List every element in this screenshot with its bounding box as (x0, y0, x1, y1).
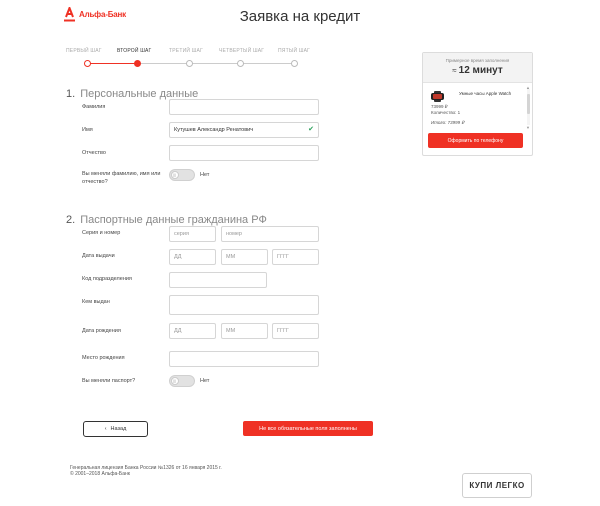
issue-date-label: Дата выдачи (82, 253, 115, 259)
birth-month-field[interactable]: ММ (221, 323, 268, 339)
changed-passport-label: Вы меняли паспорт? (82, 378, 136, 384)
order-side-panel: Примерное время заполнения ≈12 минут Умн… (422, 52, 533, 156)
step-connector-rest (138, 63, 295, 64)
patronymic-label: Отчество (82, 150, 106, 156)
step-label-1: ПЕРВЫЙ ШАГ (66, 48, 102, 54)
division-code-field[interactable] (169, 272, 267, 288)
issued-by-label: Кем выдан (82, 299, 110, 305)
step-connector-1 (90, 63, 138, 64)
toggle-grip-icon: ||| (173, 378, 177, 383)
name-label: Имя (82, 127, 93, 133)
section-number: 1. (66, 88, 76, 100)
birth-year-field[interactable]: ГГГГ (272, 323, 319, 339)
step-dot-4 (237, 60, 244, 67)
issue-day-field[interactable]: ДД (169, 249, 216, 265)
patronymic-field[interactable] (169, 145, 319, 161)
back-button-label: Назад (110, 426, 127, 432)
number-field[interactable]: номер (221, 226, 319, 242)
fill-time-value: ≈12 минут (423, 65, 532, 76)
issue-month-field[interactable]: ММ (221, 249, 268, 265)
page-title: Заявка на кредит (239, 8, 361, 25)
series-number-label: Серия и номер (82, 230, 121, 236)
chevron-left-icon: ‹ (104, 426, 107, 432)
birth-date-label: Дата рождения (82, 328, 121, 334)
birth-place-label: Место рождения (82, 355, 125, 361)
step-label-5: ПЯТЫЙ ШАГ (278, 48, 311, 54)
order-by-phone-button[interactable]: Оформить по телефону (428, 133, 523, 148)
changed-name-toggle[interactable]: ||| (169, 169, 195, 181)
birth-place-field[interactable] (169, 351, 319, 367)
copyright-text: © 2001–2018 Альфа-Банк (70, 471, 130, 477)
step-dot-5 (291, 60, 298, 67)
step-dot-1 (84, 60, 91, 67)
section-number: 2. (66, 214, 76, 226)
changed-name-toggle-text: Нет (200, 172, 210, 178)
product-name: Умные часы Apple Watch (459, 91, 512, 96)
product-scrollbar[interactable] (527, 89, 530, 125)
approx-sign: ≈ (452, 66, 457, 75)
fill-time-note: Примерное время заполнения (445, 58, 510, 63)
watch-image-icon (431, 91, 444, 102)
changed-passport-toggle-text: Нет (200, 378, 210, 384)
issued-by-textarea[interactable] (169, 295, 319, 315)
scroll-down-icon[interactable]: ▼ (526, 125, 530, 130)
submit-button[interactable]: Не все обязательные поля заполнены (243, 421, 373, 436)
section-title-text: Паспортные данные гражданина РФ (80, 214, 267, 226)
step-label-4: ЧЕТВЕРТЫЙ ШАГ (219, 48, 265, 54)
footer: Генеральная лицензия Банка России №1326 … (70, 465, 222, 477)
changed-passport-toggle[interactable]: ||| (169, 375, 195, 387)
scrollbar-thumb[interactable] (527, 94, 530, 114)
header: Альфа-Банк Заявка на кредит (0, 0, 600, 36)
surname-label: Фамилия (82, 104, 106, 110)
step-dot-3 (186, 60, 193, 67)
series-field[interactable]: серия (169, 226, 216, 242)
step-label-2: ВТОРОЙ ШАГ (117, 48, 152, 54)
step-dot-2 (134, 60, 141, 67)
stepper: ПЕРВЫЙ ШАГ ВТОРОЙ ШАГ ТРЕТИЙ ШАГ ЧЕТВЕРТ… (66, 48, 316, 70)
back-button[interactable]: ‹ Назад (83, 421, 148, 437)
kupi-legko-logo[interactable]: КУПИ ЛЕГКО (462, 473, 532, 498)
changed-name-label: Вы меняли фамилию, имя или отчество? (82, 171, 161, 185)
birth-day-field[interactable]: ДД (169, 323, 216, 339)
surname-field[interactable] (169, 99, 319, 115)
division-code-label: Код подразделения (82, 276, 132, 282)
check-icon: ✔ (308, 126, 314, 133)
order-total: Итого: 73999 ₽ (431, 120, 465, 125)
section-passport-title: 2. Паспортные данные гражданина РФ (66, 214, 267, 226)
name-field-value: Кутушев Александр Ренатович (174, 127, 254, 133)
name-field[interactable]: Кутушев Александр Ренатович ✔ (169, 122, 319, 138)
toggle-grip-icon: ||| (173, 172, 177, 177)
step-label-3: ТРЕТИЙ ШАГ (169, 48, 203, 54)
issue-year-field[interactable]: ГГГГ (272, 249, 319, 265)
product-quantity: Количество: 1 (431, 110, 461, 115)
fill-time-box: Примерное время заполнения ≈12 минут (423, 53, 532, 83)
fill-time-text: 12 минут (458, 65, 503, 76)
